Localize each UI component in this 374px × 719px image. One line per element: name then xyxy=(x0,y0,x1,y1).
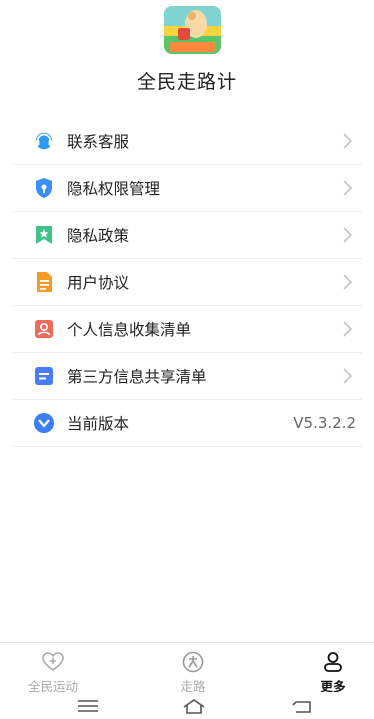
menu-item-personal-info-list[interactable]: 个人信息收集清单 xyxy=(12,306,362,353)
menu-item-label: 隐私权限管理 xyxy=(67,180,161,198)
menu-item-customer-service[interactable]: 联系客服 xyxy=(12,118,362,165)
menu-item-label: 隐私政策 xyxy=(67,227,130,245)
bottom-tab-bar: 全民运动 走路 更多 xyxy=(0,642,374,695)
chevron-right-icon xyxy=(343,180,353,196)
back-icon[interactable] xyxy=(290,697,316,715)
menu-item-privacy-permissions[interactable]: 隐私权限管理 xyxy=(12,165,362,212)
headset-icon xyxy=(33,130,55,152)
list-card-icon xyxy=(33,365,55,387)
menu-item-label: 个人信息收集清单 xyxy=(67,321,192,339)
app-name: 全民走路计 xyxy=(136,71,237,93)
walk-icon xyxy=(182,651,204,673)
document-icon xyxy=(33,271,55,293)
bookmark-star-icon xyxy=(33,224,55,246)
app-logo xyxy=(164,6,221,54)
menu-item-label: 用户协议 xyxy=(67,274,130,292)
heart-plus-icon xyxy=(42,652,64,671)
tab-walk[interactable]: 走路 xyxy=(148,651,238,695)
shield-icon xyxy=(33,177,55,199)
home-icon[interactable] xyxy=(181,697,207,715)
version-check-icon xyxy=(33,412,55,434)
menu-item-current-version[interactable]: 当前版本 V5.3.2.2 xyxy=(12,400,362,447)
system-navigation-bar xyxy=(0,692,374,719)
menu-item-user-agreement[interactable]: 用户协议 xyxy=(12,259,362,306)
tab-nationwide-sports[interactable]: 全民运动 xyxy=(8,651,98,695)
person-icon xyxy=(324,652,342,672)
header: 全民走路计 xyxy=(0,0,374,110)
version-value: V5.3.2.2 xyxy=(293,414,356,432)
menu-item-label: 联系客服 xyxy=(67,133,130,151)
tab-more[interactable]: 更多 xyxy=(288,651,374,695)
menu-item-third-party-sharing[interactable]: 第三方信息共享清单 xyxy=(12,353,362,400)
person-card-icon xyxy=(33,318,55,340)
menu-item-privacy-policy[interactable]: 隐私政策 xyxy=(12,212,362,259)
chevron-right-icon xyxy=(343,321,353,337)
settings-menu: 联系客服 隐私权限管理 隐私政策 用户协议 个人信息收集清单 第三方信息共享清单… xyxy=(12,118,362,447)
chevron-right-icon xyxy=(343,227,353,243)
menu-icon[interactable] xyxy=(75,697,101,715)
menu-item-label: 第三方信息共享清单 xyxy=(67,368,207,386)
chevron-right-icon xyxy=(343,133,353,149)
chevron-right-icon xyxy=(343,368,353,384)
chevron-right-icon xyxy=(343,274,353,290)
